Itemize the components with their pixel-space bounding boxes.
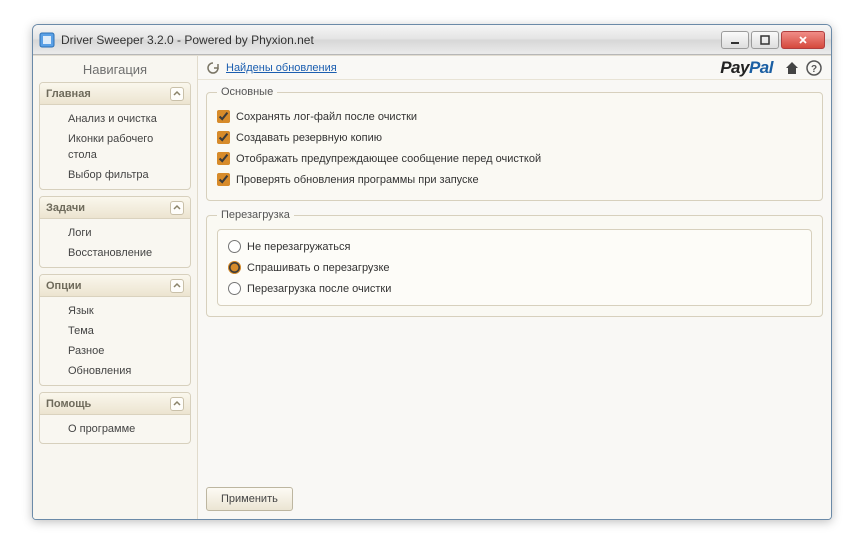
app-window: Driver Sweeper 3.2.0 - Powered by Phyxio… xyxy=(32,24,832,520)
radio-label: Спрашивать о перезагрузке xyxy=(247,262,390,274)
radio-row[interactable]: Перезагрузка после очистки xyxy=(228,278,801,299)
nav-item[interactable]: Разное xyxy=(40,341,190,361)
sidebar: Навигация Главная Анализ и очистка Иконк… xyxy=(33,56,198,519)
nav-header-label: Помощь xyxy=(46,398,91,410)
nav-item[interactable]: Тема xyxy=(40,321,190,341)
checkbox-save-log[interactable] xyxy=(217,110,230,123)
refresh-icon xyxy=(206,61,220,75)
apply-button[interactable]: Применить xyxy=(206,487,293,511)
home-icon[interactable] xyxy=(783,59,801,77)
checkbox-label: Проверять обновления программы при запус… xyxy=(236,174,479,186)
nav-item[interactable]: Выбор фильтра xyxy=(40,165,190,185)
footer: Применить xyxy=(198,479,831,519)
chevron-up-icon xyxy=(170,279,184,293)
group-title: Основные xyxy=(217,86,277,98)
nav-header-help[interactable]: Помощь xyxy=(40,393,190,415)
client-area: Навигация Главная Анализ и очистка Иконк… xyxy=(33,55,831,519)
svg-text:?: ? xyxy=(811,64,817,75)
checkbox-label: Сохранять лог-файл после очистки xyxy=(236,111,417,123)
checkbox-warn[interactable] xyxy=(217,152,230,165)
checkbox-row[interactable]: Создавать резервную копию xyxy=(217,127,812,148)
group-title: Перезагрузка xyxy=(217,209,294,221)
chevron-up-icon xyxy=(170,201,184,215)
titlebar[interactable]: Driver Sweeper 3.2.0 - Powered by Phyxio… xyxy=(33,25,831,55)
radio-no-reboot[interactable] xyxy=(228,240,241,253)
window-controls xyxy=(721,31,825,49)
radio-ask-reboot[interactable] xyxy=(228,261,241,274)
checkbox-check-updates[interactable] xyxy=(217,173,230,186)
app-icon xyxy=(39,32,55,48)
maximize-button[interactable] xyxy=(751,31,779,49)
radio-label: Перезагрузка после очистки xyxy=(247,283,391,295)
nav-header-label: Опции xyxy=(46,280,82,292)
settings-group-main: Основные Сохранять лог-файл после очистк… xyxy=(206,86,823,201)
nav-item[interactable]: Язык xyxy=(40,301,190,321)
radio-label: Не перезагружаться xyxy=(247,241,350,253)
paypal-logo[interactable]: PayPal xyxy=(720,58,773,78)
close-button[interactable] xyxy=(781,31,825,49)
nav-item[interactable]: Иконки рабочего стола xyxy=(40,129,190,165)
radio-reboot-after[interactable] xyxy=(228,282,241,295)
checkbox-row[interactable]: Проверять обновления программы при запус… xyxy=(217,169,812,190)
radio-group: Не перезагружаться Спрашивать о перезагр… xyxy=(217,229,812,306)
checkbox-row[interactable]: Отображать предупреждающее сообщение пер… xyxy=(217,148,812,169)
settings-group-reboot: Перезагрузка Не перезагружаться Спрашива… xyxy=(206,209,823,317)
nav-group-tasks: Задачи Логи Восстановление xyxy=(39,196,191,268)
nav-header-label: Задачи xyxy=(46,202,85,214)
nav-item[interactable]: Обновления xyxy=(40,361,190,381)
sidebar-title: Навигация xyxy=(39,56,191,82)
nav-header-tasks[interactable]: Задачи xyxy=(40,197,190,219)
updates-link[interactable]: Найдены обновления xyxy=(226,62,337,74)
nav-item[interactable]: Анализ и очистка xyxy=(40,109,190,129)
nav-item[interactable]: О программе xyxy=(40,419,190,439)
checkbox-row[interactable]: Сохранять лог-файл после очистки xyxy=(217,106,812,127)
chevron-up-icon xyxy=(170,87,184,101)
nav-header-label: Главная xyxy=(46,88,91,100)
help-icon[interactable]: ? xyxy=(805,59,823,77)
content-area: Основные Сохранять лог-файл после очистк… xyxy=(198,80,831,479)
nav-item[interactable]: Восстановление xyxy=(40,243,190,263)
main-panel: Найдены обновления PayPal ? Основные Сох… xyxy=(198,56,831,519)
checkbox-label: Отображать предупреждающее сообщение пер… xyxy=(236,153,541,165)
nav-item[interactable]: Логи xyxy=(40,223,190,243)
minimize-button[interactable] xyxy=(721,31,749,49)
checkbox-label: Создавать резервную копию xyxy=(236,132,382,144)
nav-group-main: Главная Анализ и очистка Иконки рабочего… xyxy=(39,82,191,190)
nav-group-options: Опции Язык Тема Разное Обновления xyxy=(39,274,191,386)
nav-group-help: Помощь О программе xyxy=(39,392,191,444)
radio-row[interactable]: Не перезагружаться xyxy=(228,236,801,257)
chevron-up-icon xyxy=(170,397,184,411)
nav-header-options[interactable]: Опции xyxy=(40,275,190,297)
topbar: Найдены обновления PayPal ? xyxy=(198,56,831,80)
window-title: Driver Sweeper 3.2.0 - Powered by Phyxio… xyxy=(61,33,721,47)
checkbox-backup[interactable] xyxy=(217,131,230,144)
radio-row[interactable]: Спрашивать о перезагрузке xyxy=(228,257,801,278)
nav-header-main[interactable]: Главная xyxy=(40,83,190,105)
